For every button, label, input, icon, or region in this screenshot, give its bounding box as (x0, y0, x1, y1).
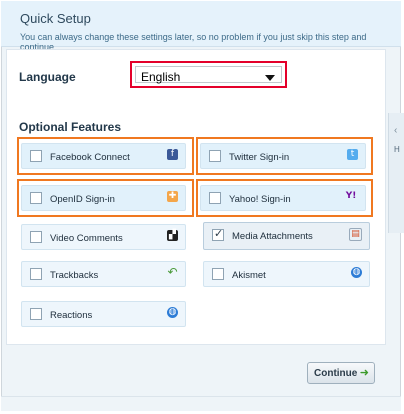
globe-icon: ◍ (167, 307, 178, 318)
chevron-down-icon[interactable] (265, 75, 275, 81)
side-help-tab[interactable]: ‹ H (388, 113, 404, 233)
media-icon: ▤ (349, 228, 362, 241)
dialog-header: Quick Setup You can always change these … (1, 1, 401, 52)
reactions-checkbox[interactable] (30, 308, 42, 320)
continue-button[interactable]: Continue ➜ (307, 362, 375, 384)
openid-signin-checkbox[interactable] (30, 192, 42, 204)
feature-label: Yahoo! Sign-in (229, 194, 291, 205)
media-attachments-checkbox[interactable] (212, 227, 224, 241)
undo-arrow-icon: ↶ (167, 265, 178, 279)
clapperboard-icon: ▞ (167, 230, 178, 241)
trackbacks-checkbox[interactable] (30, 268, 42, 280)
yahoo-signin-checkbox[interactable] (209, 192, 221, 204)
feature-video-comments[interactable]: Video Comments ▞ (21, 224, 186, 250)
facebook-connect-checkbox[interactable] (30, 150, 42, 162)
language-label: Language (19, 70, 76, 84)
language-select-value: English (141, 70, 181, 84)
language-select-highlight: English (130, 61, 287, 88)
akismet-checkbox[interactable] (212, 268, 224, 280)
language-select[interactable]: English (135, 66, 282, 84)
side-tab-label: H (394, 145, 400, 154)
globe-icon: ◍ (351, 267, 362, 278)
openid-icon: ✚ (167, 191, 178, 202)
arrow-right-icon: ➜ (359, 367, 369, 379)
feature-akismet[interactable]: Akismet ◍ (203, 261, 370, 287)
feature-facebook-connect[interactable]: Facebook Connect f (21, 143, 186, 169)
feature-reactions[interactable]: Reactions ◍ (21, 301, 186, 327)
feature-label: Reactions (50, 310, 93, 321)
feature-label: Media Attachments (232, 231, 313, 242)
feature-openid-signin[interactable]: OpenID Sign-in ✚ (21, 185, 186, 211)
chevron-left-icon[interactable]: ‹ (394, 125, 397, 136)
video-comments-checkbox[interactable] (30, 231, 42, 243)
feature-label: Trackbacks (50, 270, 99, 281)
feature-label: Video Comments (50, 233, 123, 244)
bottom-bar (1, 396, 401, 411)
optional-features-title: Optional Features (19, 120, 122, 134)
page-title: Quick Setup (20, 11, 91, 26)
feature-label: Akismet (232, 270, 266, 281)
twitter-signin-checkbox[interactable] (209, 150, 221, 162)
feature-label: OpenID Sign-in (50, 194, 115, 205)
yahoo-icon: Y! (345, 191, 357, 201)
feature-twitter-signin[interactable]: Twitter Sign-in t (200, 143, 366, 169)
feature-yahoo-signin[interactable]: Yahoo! Sign-in Y! (200, 185, 366, 211)
continue-label: Continue (314, 368, 358, 379)
feature-label: Twitter Sign-in (229, 152, 290, 163)
feature-media-attachments[interactable]: Media Attachments ▤ (203, 222, 370, 250)
feature-trackbacks[interactable]: Trackbacks ↶ (21, 261, 186, 287)
facebook-icon: f (167, 149, 178, 160)
twitter-icon: t (347, 149, 358, 160)
feature-label: Facebook Connect (50, 152, 130, 163)
